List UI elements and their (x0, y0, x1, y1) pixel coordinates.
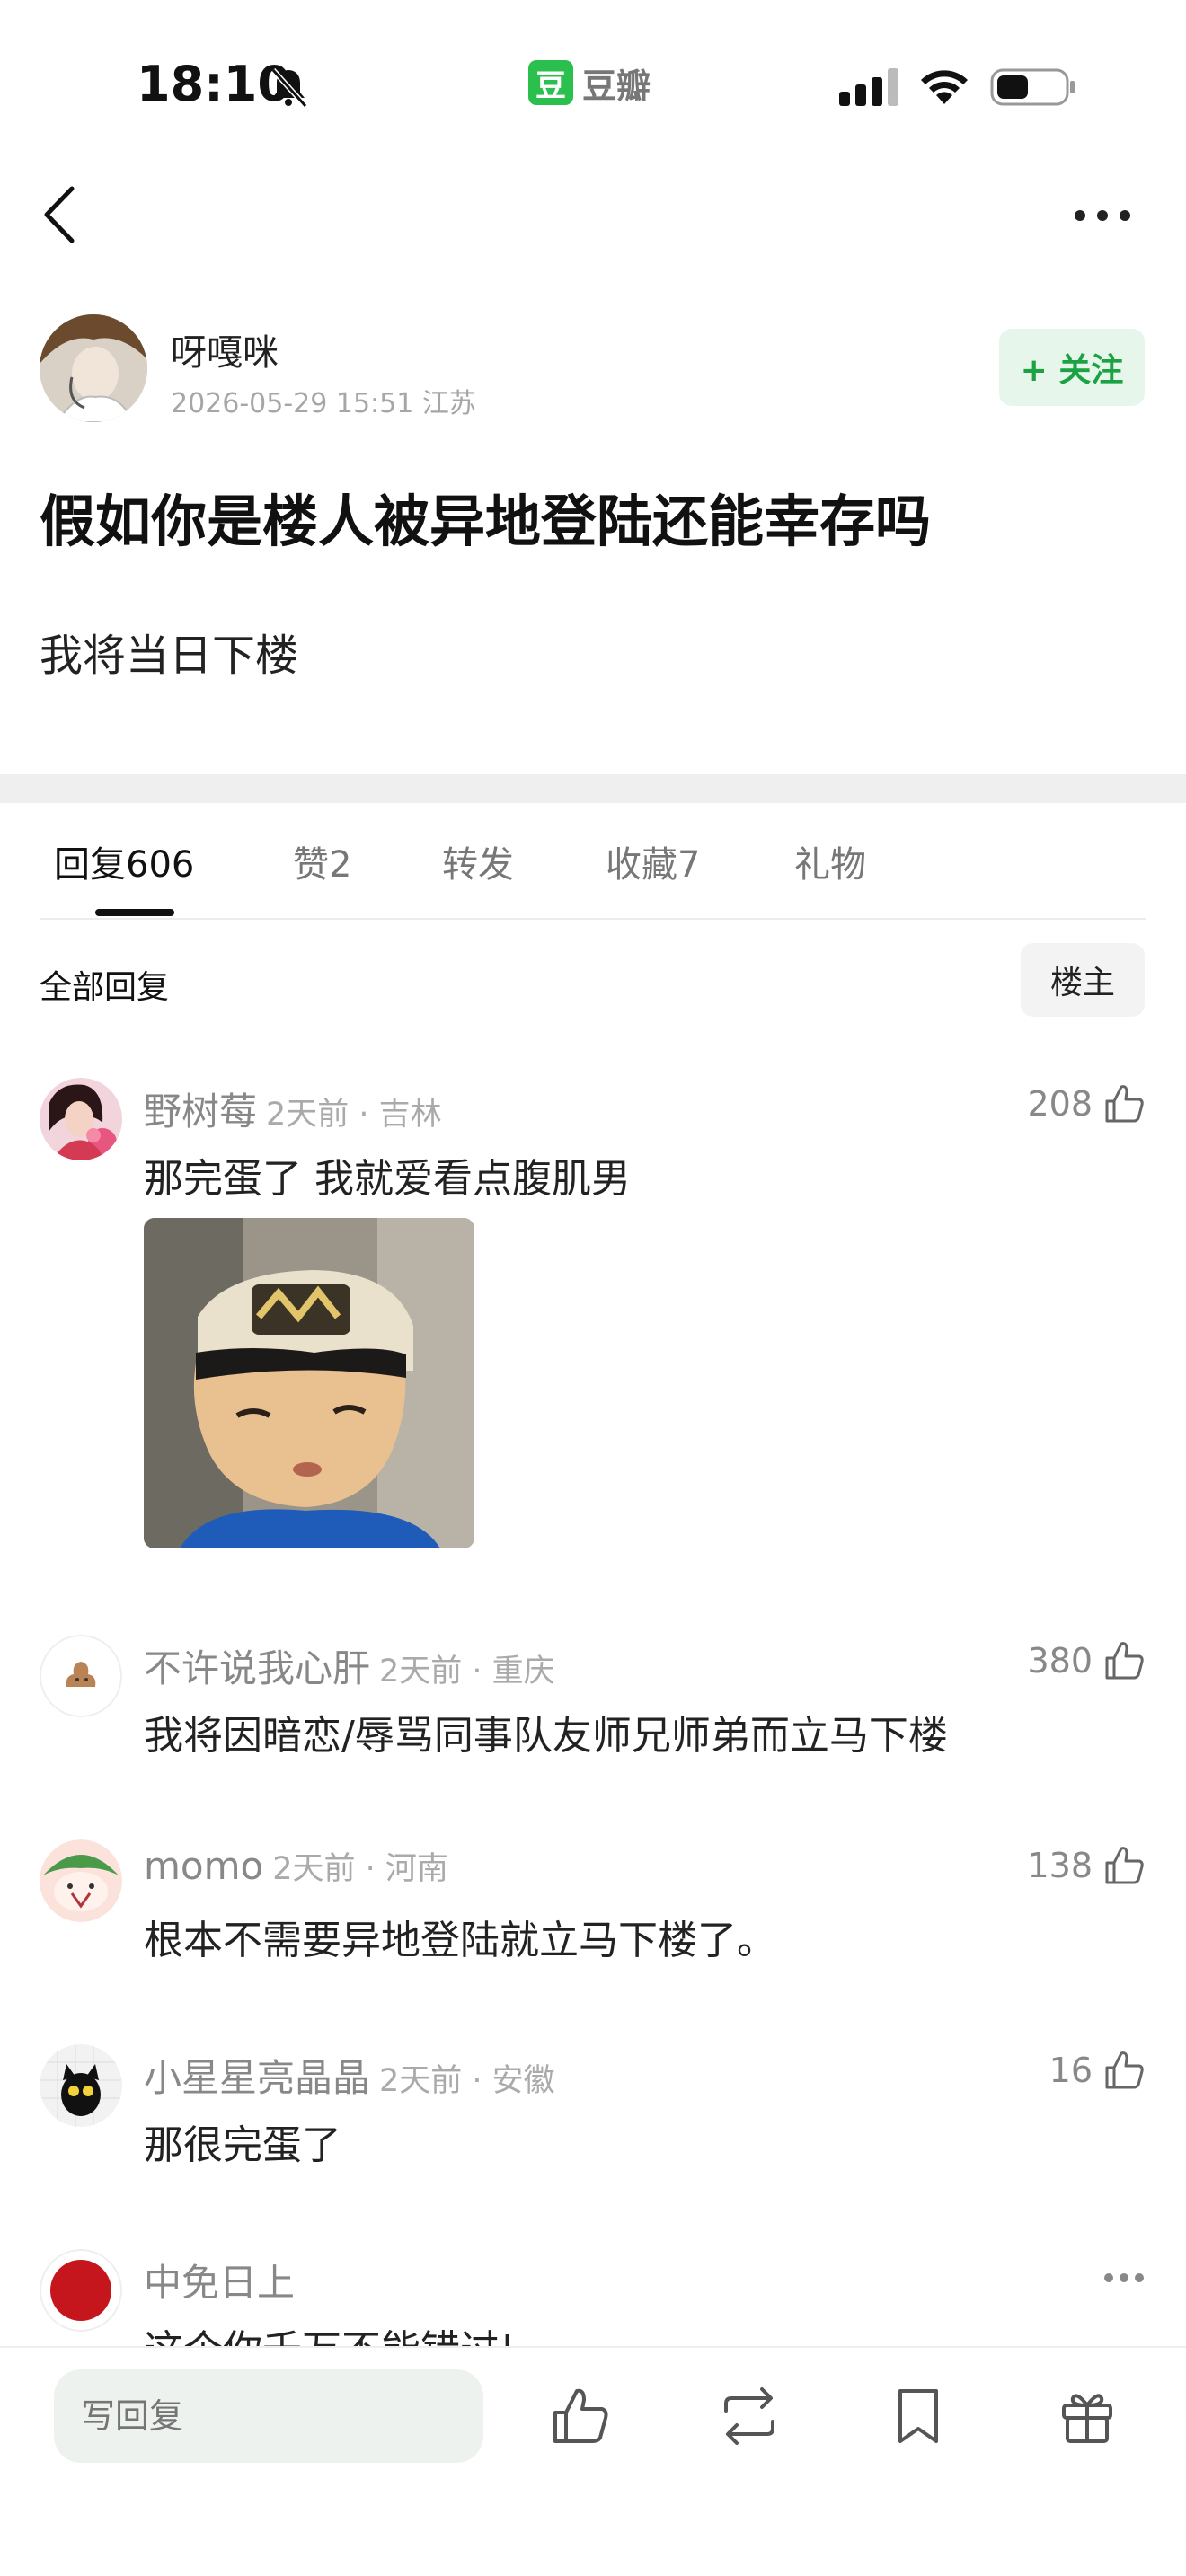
comment-text: 这个你千万不能错过! (144, 2317, 516, 2346)
tab-replies[interactable]: 回复606 (54, 835, 194, 887)
comment-header: momo 2天前 · 河南 (144, 1843, 448, 1889)
commenter-name[interactable]: 小星星亮晶晶 (144, 2056, 370, 2100)
comment-like[interactable]: 380 (1027, 1638, 1146, 1683)
thumb-up-icon (1105, 1847, 1144, 1884)
thumb-up-icon (1105, 1642, 1144, 1680)
comment-text: 根本不需要异地登陆就立马下楼了。 (144, 1918, 776, 1963)
comment-text: 我将因暗恋/辱骂同事队友师兄师弟而立马下楼 (144, 1713, 948, 1759)
post-meta: 2026-05-29 15:51 江苏 (171, 388, 476, 419)
app-name: 豆瓣 (582, 66, 651, 106)
comment-text: 那完蛋了 我就爱看点腹肌男 (144, 1156, 631, 1202)
commenter-avatar[interactable] (40, 1078, 122, 1160)
repost-icon[interactable] (717, 2384, 782, 2448)
tab-likes-label: 赞 (293, 844, 329, 886)
like-count: 208 (1027, 1084, 1093, 1124)
comment-like[interactable]: 208 (1027, 1081, 1146, 1126)
author-avatar[interactable] (40, 314, 147, 422)
signal-icon (839, 68, 898, 106)
tab-replies-count: 606 (126, 844, 195, 886)
thumb-up-icon (1105, 2051, 1144, 2089)
follow-button[interactable]: + 关注 (999, 329, 1145, 406)
active-tab-indicator (95, 909, 174, 916)
tab-reposts[interactable]: 转发 (442, 835, 514, 887)
comment-meta: 2天前 · 河南 (272, 1851, 448, 1887)
post-tabs: 回复606 赞2 转发 收藏7 礼物 (40, 835, 1146, 916)
commenter-name[interactable]: 中免日上 (144, 2261, 295, 2305)
battery-icon (990, 68, 1075, 106)
tab-favorites[interactable]: 收藏7 (606, 835, 700, 887)
commenter-name[interactable]: momo (144, 1844, 263, 1888)
comment-like[interactable]: 16 (1049, 2048, 1146, 2093)
comment-header: 小星星亮晶晶 2天前 · 安徽 (144, 2048, 555, 2103)
commenter-avatar[interactable] (40, 1839, 122, 1922)
all-replies-title: 全部回复 (40, 969, 170, 1006)
tab-favorites-label: 收藏 (606, 844, 677, 886)
tab-favorites-count: 7 (677, 844, 701, 886)
section-divider (0, 774, 1186, 803)
app-badge[interactable]: 豆 豆瓣 (528, 57, 651, 108)
comment-header: 中免日上 (144, 2253, 295, 2307)
tab-likes[interactable]: 赞2 (293, 835, 351, 887)
commenter-avatar[interactable] (40, 2044, 122, 2127)
gift-icon[interactable] (1055, 2384, 1120, 2448)
comment-image[interactable] (144, 1218, 474, 1548)
tab-likes-count: 2 (329, 844, 352, 886)
comment-like[interactable]: 138 (1027, 1843, 1146, 1888)
commenter-avatar[interactable] (40, 1635, 122, 1717)
commenter-name[interactable]: 不许说我心肝 (144, 1646, 370, 1690)
like-count: 138 (1027, 1846, 1093, 1885)
tab-gifts[interactable]: 礼物 (794, 835, 866, 887)
tabs-divider (40, 918, 1146, 920)
tab-replies-label: 回复 (54, 844, 126, 886)
author-name[interactable]: 呀嘎咪 (171, 323, 279, 375)
more-icon[interactable] (1071, 207, 1134, 225)
thumb-up-icon (1105, 1085, 1144, 1123)
comment-meta: 2天前 · 重庆 (379, 1654, 555, 1689)
comment-meta: 2天前 · 吉林 (266, 1097, 442, 1133)
post-body: 我将当日下楼 (40, 631, 299, 681)
owner-only-button[interactable]: 楼主 (1021, 943, 1145, 1017)
comment-item: 不许说我心肝 2天前 · 重庆 380 我将因暗恋/辱骂同事队友师兄师弟而立马下楼 (40, 1635, 1146, 1796)
bell-slash-icon (270, 67, 308, 109)
tab-gifts-label: 礼物 (794, 844, 866, 886)
commenter-name[interactable]: 野树莓 (144, 1090, 257, 1134)
comment-meta: 2天前 · 安徽 (379, 2063, 555, 2099)
like-count: 380 (1027, 1641, 1093, 1681)
status-bar: 18:10 豆 豆瓣 (0, 0, 1186, 135)
comment-item: 中免日上 这个你千万不能错过! (40, 2249, 1146, 2346)
comment-text: 那很完蛋了 (144, 2122, 341, 2168)
comment-header: 不许说我心肝 2天前 · 重庆 (144, 1638, 555, 1693)
thumb-up-icon[interactable] (548, 2384, 613, 2448)
back-icon[interactable] (40, 183, 79, 246)
comment-item: momo 2天前 · 河南 138 根本不需要异地登陆就立马下楼了。 (40, 1839, 1146, 2001)
more-dots-icon[interactable] (1102, 2271, 1146, 2285)
reply-input[interactable] (54, 2369, 483, 2463)
post-title: 假如你是楼人被异地登陆还能幸存吗 (40, 489, 932, 554)
wifi-icon (921, 70, 968, 104)
douban-logo: 豆 (528, 60, 573, 105)
bookmark-icon[interactable] (886, 2384, 951, 2448)
commenter-avatar[interactable] (40, 2249, 122, 2332)
like-count: 16 (1049, 2051, 1093, 2090)
comment-item: 小星星亮晶晶 2天前 · 安徽 16 那很完蛋了 (40, 2044, 1146, 2206)
bottom-action-bar (0, 2346, 1186, 2576)
tab-reposts-label: 转发 (442, 844, 514, 886)
comment-header: 野树莓 2天前 · 吉林 (144, 1081, 442, 1136)
comment-item: 野树莓 2天前 · 吉林 208 那完蛋了 我就爱看点腹肌男 (40, 1078, 1146, 1563)
